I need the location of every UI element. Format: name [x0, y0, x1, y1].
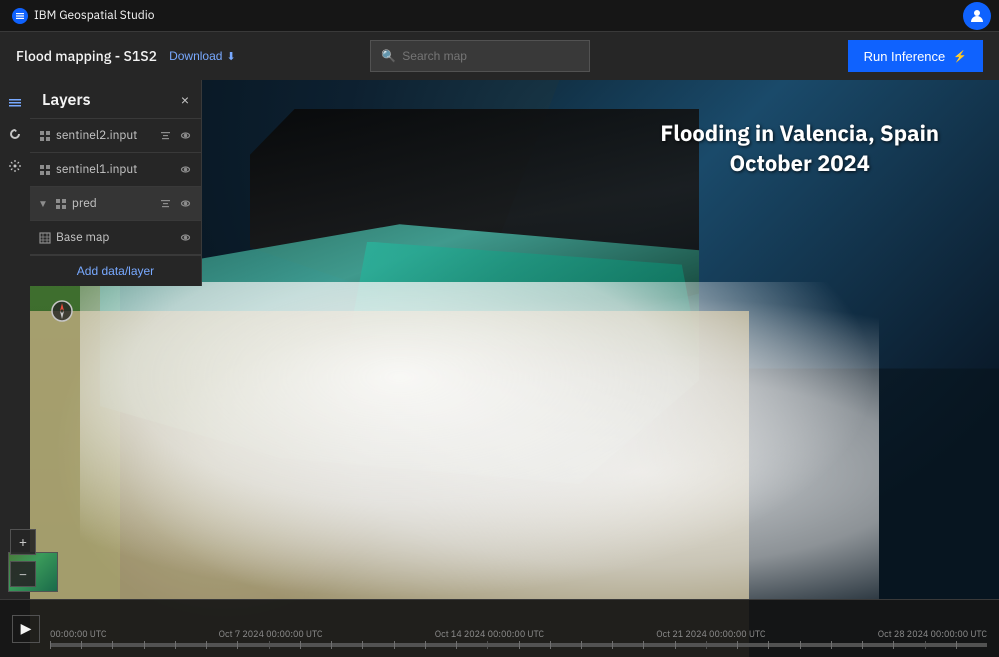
sidebar-settings-btn[interactable]: [1, 152, 29, 180]
mini-controls: + −: [10, 529, 36, 587]
layer-controls-pred: [157, 196, 193, 212]
layer-name-sentinel1: sentinel1.input: [56, 162, 173, 177]
download-icon: ⬇: [226, 50, 235, 63]
zoom-in-button[interactable]: +: [10, 529, 36, 555]
layer-name-basemap: Base map: [56, 230, 173, 245]
layer-visibility-icon-2[interactable]: [177, 162, 193, 178]
layer-visibility-icon-pred[interactable]: [177, 196, 193, 212]
layer-raster-icon: [38, 129, 52, 143]
timeline-start-label: 00:00:00 UTC: [50, 629, 106, 640]
layer-item-sentinel2[interactable]: sentinel2.input: [30, 119, 201, 153]
app-title: IBM Geospatial Studio: [34, 8, 154, 23]
timeline-marker-1: Oct 7 2024 00:00:00 UTC: [219, 629, 323, 640]
compass-control[interactable]: [50, 299, 74, 323]
add-layer-button[interactable]: Add data/layer: [30, 255, 201, 286]
layer-visibility-icon-basemap[interactable]: [177, 230, 193, 246]
search-bar[interactable]: 🔍: [370, 40, 590, 72]
layer-item-sentinel1[interactable]: sentinel1.input: [30, 153, 201, 187]
timeline-bar[interactable]: [50, 643, 987, 647]
layer-name-pred: pred: [72, 196, 153, 211]
sidebar-history-btn[interactable]: [1, 120, 29, 148]
layer-controls-sentinel1: [177, 162, 193, 178]
timeline: ▶ 00:00:00 UTC Oct 7 2024 00:00:00 UTC O…: [0, 599, 999, 657]
timeline-labels: 00:00:00 UTC Oct 7 2024 00:00:00 UTC Oct…: [50, 629, 987, 640]
sidebar-layers-btn[interactable]: [1, 88, 29, 116]
app-logo: IBM Geospatial Studio: [0, 0, 166, 31]
layer-pred-icon: [54, 197, 68, 211]
layer-controls-basemap: [177, 230, 193, 246]
timeline-marker-4: Oct 28 2024 00:00:00 UTC: [878, 629, 987, 640]
layers-panel-close-button[interactable]: ×: [181, 92, 189, 108]
layer-item-pred[interactable]: ▼ pred: [30, 187, 201, 221]
layer-basemap-icon: [38, 231, 52, 245]
top-bar: IBM Geospatial Studio: [0, 0, 999, 32]
search-icon: 🔍: [381, 49, 396, 64]
map-area[interactable]: Flooding in Valencia, Spain October 2024: [0, 80, 999, 657]
secondary-toolbar: Flood mapping - S1S2 Download ⬇ 🔍 Run In…: [0, 32, 999, 80]
zoom-out-button[interactable]: −: [10, 561, 36, 587]
layer-settings-icon-pred[interactable]: [157, 196, 173, 212]
layers-panel-title: Layers: [42, 90, 91, 110]
zoom-in-icon: +: [19, 533, 27, 551]
annotation-title: Flooding in Valencia, Spain: [660, 120, 939, 149]
map-cloud-layer: [80, 282, 879, 599]
app-avatar-icon[interactable]: [963, 2, 991, 30]
project-title: Flood mapping - S1S2: [16, 47, 157, 65]
timeline-track[interactable]: 00:00:00 UTC Oct 7 2024 00:00:00 UTC Oct…: [50, 611, 987, 647]
search-input[interactable]: [402, 49, 579, 63]
timeline-marker-3: Oct 21 2024 00:00:00 UTC: [656, 629, 765, 640]
timeline-marker-2: Oct 14 2024 00:00:00 UTC: [435, 629, 544, 640]
play-button[interactable]: ▶: [12, 615, 40, 643]
layer-controls-sentinel2: [157, 128, 193, 144]
layer-item-basemap[interactable]: Base map: [30, 221, 201, 255]
add-layer-label: Add data/layer: [77, 264, 154, 278]
play-icon: ▶: [21, 620, 32, 637]
map-annotation: Flooding in Valencia, Spain October 2024: [660, 120, 939, 178]
layer-raster-icon-2: [38, 163, 52, 177]
layer-settings-icon[interactable]: [157, 128, 173, 144]
ibm-logo-icon: [12, 8, 28, 24]
zoom-out-icon: −: [19, 565, 27, 583]
layer-chevron-icon: ▼: [38, 197, 48, 210]
layer-name-sentinel2: sentinel2.input: [56, 128, 153, 143]
layers-panel: Layers × sentinel2.input: [30, 80, 202, 286]
annotation-subtitle: October 2024: [660, 149, 939, 178]
download-label: Download: [169, 49, 222, 63]
run-inference-button[interactable]: Run Inference ⚡: [848, 40, 983, 72]
inference-icon: ⚡: [953, 50, 967, 63]
layer-visibility-icon[interactable]: [177, 128, 193, 144]
download-button[interactable]: Download ⬇: [169, 49, 236, 63]
run-inference-label: Run Inference: [864, 49, 946, 64]
layers-panel-header: Layers ×: [30, 80, 201, 119]
